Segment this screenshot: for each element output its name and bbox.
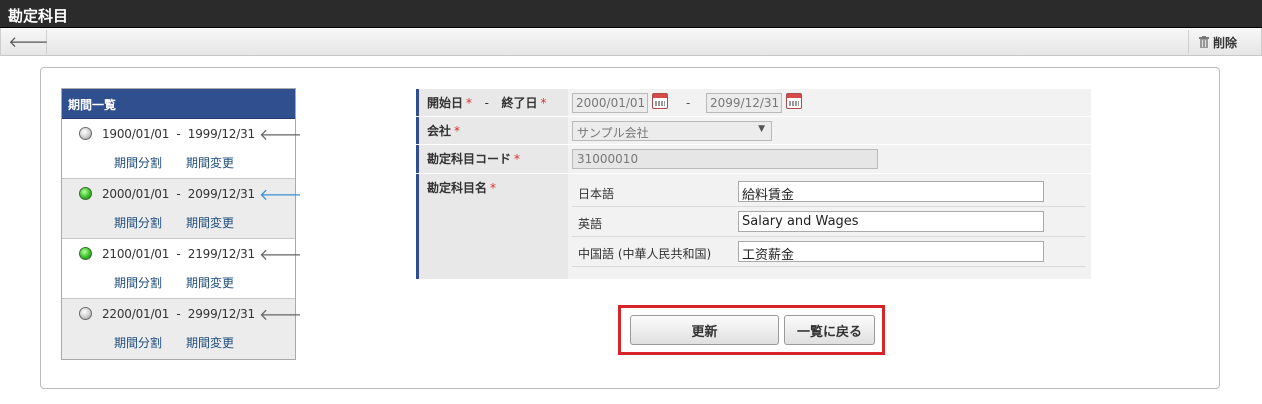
- name-label: 勘定科目名 *: [416, 174, 568, 279]
- period-row: 1900/01/01 - 1999/12/31 🡐 期間分割 期間変更: [62, 119, 302, 179]
- period-list-title: 期間一覧: [62, 89, 295, 119]
- period-list: 期間一覧 1900/01/01 - 1999/12/31 🡐 期間分割 期間変更…: [61, 88, 302, 360]
- select-period-arrow-icon[interactable]: 🡐: [259, 124, 302, 144]
- company-field-row: 会社 * サンプル会社 ▼: [416, 117, 1091, 145]
- period-range: 2000/01/01 - 2099/12/31: [102, 187, 255, 201]
- calendar-icon[interactable]: [652, 93, 668, 109]
- language-table: 日本語 給料賃金 英語 Salary and Wages 中国語 (中華人民共和…: [572, 177, 1086, 267]
- action-buttons-highlight: 更新 一覧に戻る: [618, 305, 885, 355]
- name-field-row: 勘定科目名 * 日本語 給料賃金 英語 Salary and Wages 中国語 …: [416, 174, 1091, 280]
- period-split-link[interactable]: 期間分割: [114, 274, 162, 291]
- period-change-link[interactable]: 期間変更: [186, 334, 234, 351]
- arrow-left-icon: 🡐: [8, 32, 49, 51]
- delete-label: 削除: [1212, 35, 1237, 50]
- caret-down-icon: ▼: [758, 124, 765, 134]
- period-split-link[interactable]: 期間分割: [114, 154, 162, 171]
- language-row: 中国語 (中華人民共和国) 工资薪金: [572, 237, 1086, 267]
- calendar-icon[interactable]: [786, 93, 802, 109]
- period-row: 2100/01/01 - 2199/12/31 🡐 期間分割 期間変更: [62, 239, 302, 299]
- language-row: 日本語 給料賃金: [572, 177, 1086, 207]
- current-period-arrow-icon[interactable]: 🡐: [259, 184, 302, 204]
- period-row: 2200/01/01 - 2999/12/31 🡐 期間分割 期間変更: [62, 299, 302, 359]
- end-date-input[interactable]: 2099/12/31: [706, 93, 782, 113]
- period-range: 2100/01/01 - 2199/12/31: [102, 247, 255, 261]
- company-select[interactable]: サンプル会社 ▼: [572, 121, 772, 141]
- title-bar: 勘定科目: [0, 0, 1262, 28]
- status-inactive-icon: [79, 307, 92, 320]
- status-inactive-icon: [79, 127, 92, 140]
- status-active-icon: [79, 187, 92, 200]
- date-separator: -: [686, 96, 691, 110]
- language-name: 日本語: [578, 187, 615, 201]
- period-split-link[interactable]: 期間分割: [114, 334, 162, 351]
- period-row: 2000/01/01 - 2099/12/31 🡐 期間分割 期間変更: [62, 179, 302, 239]
- language-row: 英語 Salary and Wages: [572, 207, 1086, 237]
- delete-button[interactable]: 削除: [1187, 30, 1247, 54]
- period-field-row: 開始日 * - 終了日 * 2000/01/01 - 2099/12/31: [416, 89, 1091, 117]
- language-name: 中国語 (中華人民共和国): [578, 247, 712, 261]
- update-button[interactable]: 更新: [630, 315, 779, 345]
- period-change-link[interactable]: 期間変更: [186, 274, 234, 291]
- trash-icon: [1198, 36, 1209, 48]
- account-form: 開始日 * - 終了日 * 2000/01/01 - 2099/12/31 会社 * …: [416, 89, 1091, 280]
- code-field-row: 勘定科目コード * 31000010: [416, 145, 1091, 174]
- toolbar: 🡐 削除: [0, 28, 1262, 56]
- name-en-input[interactable]: Salary and Wages: [738, 211, 1044, 232]
- select-period-arrow-icon[interactable]: 🡐: [259, 244, 302, 264]
- select-period-arrow-icon[interactable]: 🡐: [259, 304, 302, 324]
- back-button[interactable]: 🡐: [8, 30, 49, 54]
- period-label: 開始日 * - 終了日 *: [416, 89, 568, 116]
- period-range: 1900/01/01 - 1999/12/31: [102, 127, 255, 141]
- language-name: 英語: [578, 217, 603, 231]
- company-label: 会社 *: [416, 117, 568, 144]
- name-value: 日本語 給料賃金 英語 Salary and Wages 中国語 (中華人民共和…: [568, 174, 1091, 279]
- period-split-link[interactable]: 期間分割: [114, 214, 162, 231]
- period-value: 2000/01/01 - 2099/12/31: [568, 89, 1091, 116]
- status-active-icon: [79, 247, 92, 260]
- period-change-link[interactable]: 期間変更: [186, 154, 234, 171]
- name-ja-input[interactable]: 給料賃金: [738, 181, 1044, 203]
- account-code-input[interactable]: 31000010: [572, 149, 878, 169]
- name-zh-input[interactable]: 工资薪金: [738, 241, 1044, 263]
- back-to-list-button[interactable]: 一覧に戻る: [784, 315, 875, 345]
- period-range: 2200/01/01 - 2999/12/31: [102, 307, 255, 321]
- window-title: 勘定科目: [8, 7, 69, 25]
- code-label: 勘定科目コード *: [416, 145, 568, 173]
- start-date-input[interactable]: 2000/01/01: [572, 93, 648, 113]
- code-value: 31000010: [568, 145, 1091, 173]
- period-change-link[interactable]: 期間変更: [186, 214, 234, 231]
- company-value: サンプル会社 ▼: [568, 117, 1091, 144]
